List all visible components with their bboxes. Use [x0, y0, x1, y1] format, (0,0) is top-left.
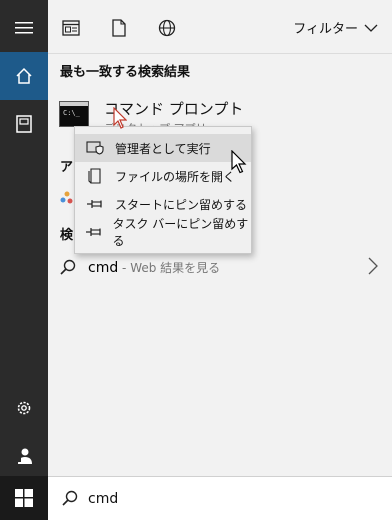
apps-scope-button[interactable] — [60, 17, 82, 39]
web-scope-button[interactable] — [156, 17, 178, 39]
user-button[interactable] — [0, 432, 48, 480]
web-query: cmd — [88, 260, 119, 276]
ctx-label: スタートにピン留めする — [115, 197, 248, 212]
search-input-value[interactable]: cmd — [88, 491, 118, 507]
web-result-text: cmd - Web 結果を見る — [88, 259, 220, 276]
web-search-result[interactable]: cmd - Web 結果を見る — [48, 249, 392, 285]
app-result-icon[interactable] — [60, 191, 74, 209]
file-location-icon — [88, 168, 101, 184]
documents-scope-button[interactable] — [108, 17, 130, 39]
search-icon — [62, 490, 78, 506]
search-icon — [60, 259, 76, 275]
pin-icon — [87, 200, 102, 208]
ctx-label: ファイルの場所を開く — [115, 169, 236, 184]
search-scope-toolbar: フィルター — [48, 0, 392, 54]
globe-icon — [158, 19, 176, 37]
chevron-down-icon — [364, 24, 378, 32]
best-match-heading: 最も一致する検索結果 — [60, 65, 191, 80]
documents-button[interactable] — [0, 100, 48, 148]
windows-start-icon — [15, 489, 33, 507]
ctx-pin-to-start[interactable]: スタートにピン留めする — [75, 190, 251, 218]
document-icon — [112, 19, 126, 37]
search-box[interactable]: cmd — [48, 476, 392, 520]
ctx-run-as-admin[interactable]: 管理者として実行 — [75, 134, 251, 162]
ctx-pin-to-taskbar[interactable]: タスク バーにピン留めする — [75, 217, 251, 248]
windows-start-button[interactable] — [0, 476, 48, 520]
ctx-label: タスク バーにピン留めする — [112, 217, 249, 248]
filter-dropdown[interactable]: フィルター — [293, 18, 378, 37]
settings-icon — [17, 401, 31, 415]
pin-icon — [85, 228, 101, 236]
ctx-label: 管理者として実行 — [115, 141, 211, 156]
command-prompt-icon: C:\_ — [59, 101, 89, 127]
app-window-icon — [62, 20, 80, 36]
settings-button[interactable] — [0, 384, 48, 432]
web-result-suffix: - Web 結果を見る — [118, 261, 221, 275]
colorful-app-icon — [60, 191, 73, 204]
home-icon — [16, 67, 32, 84]
user-icon — [16, 448, 32, 464]
documents-icon — [16, 115, 32, 133]
search-heading-partial: 検 — [60, 228, 74, 243]
mouse-pointer-icon — [231, 150, 247, 174]
search-results: 最も一致する検索結果 C:\_ コマンド プロンプト デスクトップ アプリ アプ… — [48, 54, 392, 476]
admin-shield-icon — [86, 141, 104, 155]
menu-icon — [15, 22, 33, 34]
red-cursor-icon — [113, 107, 127, 129]
start-sidebar — [0, 0, 48, 520]
menu-button[interactable] — [0, 4, 48, 52]
filter-label: フィルター — [293, 22, 358, 37]
context-menu: 管理者として実行 ファイルの場所を開く スタートにピン留めする タスク バーにピ… — [74, 126, 252, 254]
ctx-open-file-location[interactable]: ファイルの場所を開く — [75, 162, 251, 190]
command-prompt-icon-text: C:\_ — [63, 109, 80, 117]
home-button[interactable] — [0, 52, 48, 100]
chevron-right-icon[interactable] — [368, 257, 378, 275]
